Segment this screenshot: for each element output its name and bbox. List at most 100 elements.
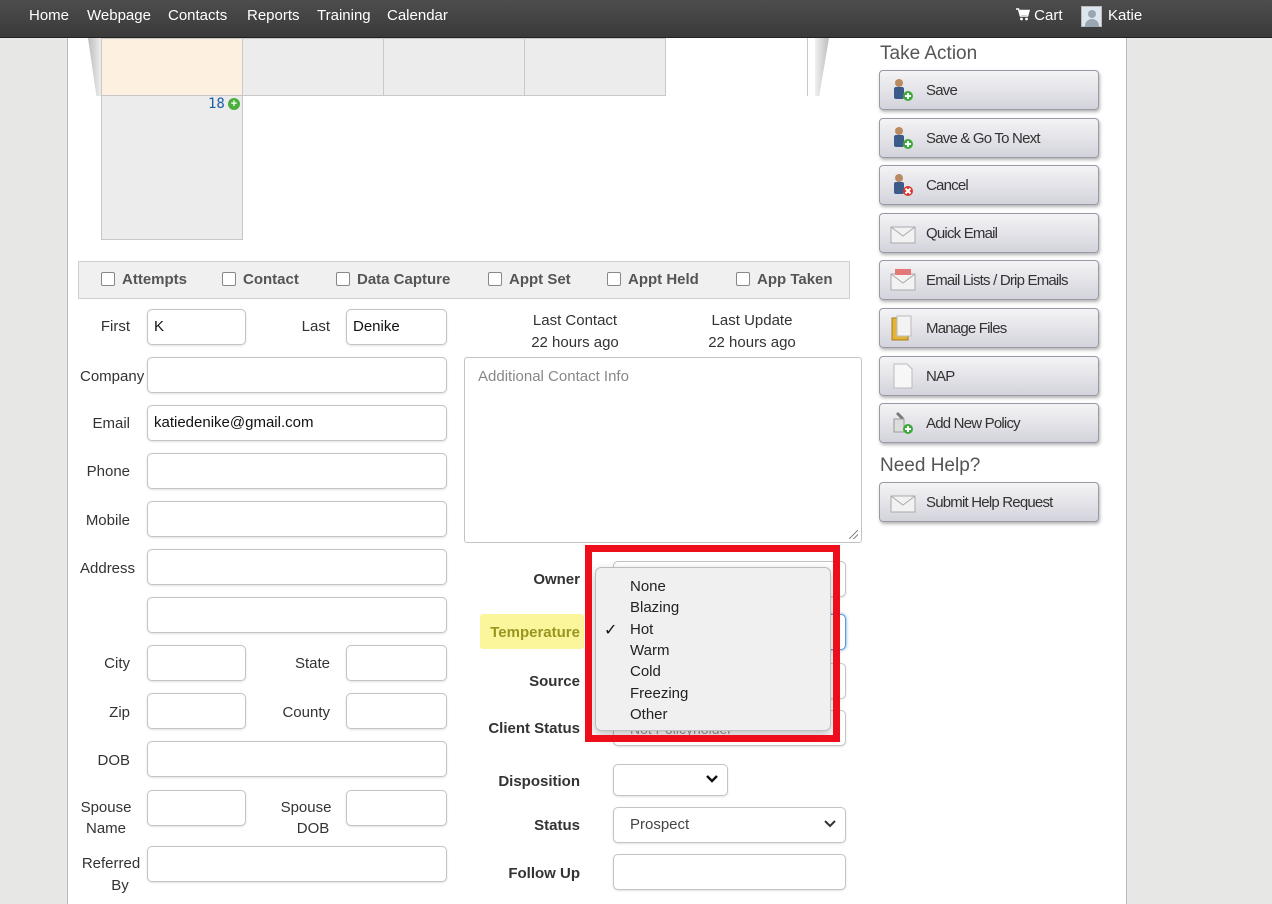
checkbox-attempts[interactable]: Attempts bbox=[101, 271, 187, 288]
user-add-icon bbox=[894, 127, 913, 149]
additional-info-placeholder: Additional Contact Info bbox=[478, 368, 629, 385]
last-update-label: Last Update bbox=[711, 312, 793, 329]
calendar-cell-today[interactable] bbox=[101, 38, 243, 96]
city-input[interactable] bbox=[147, 645, 246, 681]
address-line2-input[interactable] bbox=[147, 597, 447, 633]
last-name-input[interactable]: Denike bbox=[346, 309, 447, 345]
spouse-name-input[interactable] bbox=[147, 790, 246, 826]
calendar-cell[interactable] bbox=[524, 38, 666, 96]
dob-input[interactable] bbox=[147, 741, 447, 777]
disposition-select[interactable] bbox=[613, 764, 728, 796]
checkbox-icon[interactable] bbox=[488, 272, 502, 286]
last-contact-label: Last Contact bbox=[532, 312, 618, 329]
checkbox-appt-set[interactable]: Appt Set bbox=[488, 271, 571, 288]
nav-calendar[interactable]: Calendar bbox=[387, 7, 448, 24]
first-name-input[interactable]: K bbox=[147, 309, 246, 345]
referred-by-input[interactable] bbox=[147, 846, 447, 882]
zip-label: Zip bbox=[109, 704, 130, 721]
day-number: 18 bbox=[208, 96, 225, 112]
checkbox-appt-held[interactable]: Appt Held bbox=[607, 271, 699, 288]
last-label: Last bbox=[301, 318, 330, 335]
checkbox-data-capture[interactable]: Data Capture bbox=[336, 271, 450, 288]
envelope-icon bbox=[890, 495, 916, 513]
follow-up-label: Follow Up bbox=[508, 865, 580, 882]
user-name[interactable]: Katie bbox=[1108, 7, 1142, 24]
document-icon bbox=[893, 363, 913, 389]
nav-contacts[interactable]: Contacts bbox=[168, 7, 227, 24]
last-update-value: 22 hours ago bbox=[708, 334, 796, 351]
company-label: Company bbox=[80, 368, 145, 385]
phone-input[interactable] bbox=[147, 453, 447, 489]
annotation-highlight-box bbox=[585, 545, 840, 742]
referred-by-label-1: Referred bbox=[81, 855, 141, 872]
calendar-cell-18[interactable] bbox=[101, 95, 243, 240]
envelope-icon bbox=[890, 226, 916, 244]
user-add-icon bbox=[894, 79, 913, 101]
avatar[interactable] bbox=[1081, 6, 1102, 27]
status-label: Status bbox=[534, 817, 580, 834]
spouse-name-label-2: Name bbox=[85, 820, 126, 837]
status-value: Prospect bbox=[630, 816, 690, 833]
mobile-label: Mobile bbox=[85, 512, 130, 529]
checkbox-icon[interactable] bbox=[736, 272, 750, 286]
client-status-label: Client Status bbox=[488, 720, 580, 737]
checkbox-contact[interactable]: Contact bbox=[222, 271, 299, 288]
address-label: Address bbox=[80, 560, 136, 577]
progress-checkbox-bar: Attempts Contact Data Capture Appt Set A… bbox=[78, 261, 850, 299]
nav-reports[interactable]: Reports bbox=[247, 7, 300, 24]
manage-files-button[interactable]: Manage Files bbox=[879, 308, 1099, 348]
disposition-label: Disposition bbox=[498, 773, 580, 790]
additional-info-textarea[interactable]: Additional Contact Info bbox=[464, 357, 862, 543]
policy-add-icon bbox=[893, 412, 913, 434]
add-event-icon[interactable]: + bbox=[228, 98, 240, 110]
email-label: Email bbox=[92, 415, 130, 432]
checkbox-icon[interactable] bbox=[607, 272, 621, 286]
spouse-dob-input[interactable] bbox=[346, 790, 447, 826]
cart-icon bbox=[1016, 8, 1031, 21]
resize-grip-icon[interactable] bbox=[849, 530, 858, 539]
spouse-dob-label-1: Spouse bbox=[280, 799, 332, 816]
zip-input[interactable] bbox=[147, 693, 246, 729]
checkbox-icon[interactable] bbox=[222, 272, 236, 286]
quick-email-button[interactable]: Quick Email bbox=[879, 213, 1099, 253]
calendar-divider bbox=[807, 38, 808, 96]
state-input[interactable] bbox=[346, 645, 447, 681]
county-input[interactable] bbox=[346, 693, 447, 729]
add-new-policy-button[interactable]: Add New Policy bbox=[879, 403, 1099, 443]
county-label: County bbox=[282, 704, 330, 721]
checkbox-app-taken[interactable]: App Taken bbox=[736, 271, 833, 288]
cart-label: Cart bbox=[1034, 7, 1063, 24]
status-select[interactable]: Prospect bbox=[613, 807, 846, 843]
nav-home[interactable]: Home bbox=[29, 7, 69, 24]
spouse-name-label-1: Spouse bbox=[80, 799, 132, 816]
owner-label: Owner bbox=[533, 571, 580, 588]
user-remove-icon bbox=[894, 174, 913, 196]
checkbox-icon[interactable] bbox=[101, 272, 115, 286]
save-go-next-button[interactable]: Save & Go To Next bbox=[879, 118, 1099, 158]
checkbox-icon[interactable] bbox=[336, 272, 350, 286]
submit-help-request-button[interactable]: Submit Help Request bbox=[879, 482, 1099, 522]
mobile-input[interactable] bbox=[147, 501, 447, 537]
spouse-dob-label-2: DOB bbox=[296, 820, 330, 837]
cart-link[interactable]: Cart bbox=[1016, 7, 1063, 24]
chevron-down-icon bbox=[824, 820, 836, 828]
follow-up-input[interactable] bbox=[613, 854, 846, 890]
cancel-button[interactable]: Cancel bbox=[879, 165, 1099, 205]
company-input[interactable] bbox=[147, 357, 447, 393]
nap-button[interactable]: NAP bbox=[879, 356, 1099, 396]
email-input[interactable]: katiedenike@gmail.com bbox=[147, 405, 447, 441]
calendar-cell[interactable] bbox=[242, 38, 384, 96]
address-line1-input[interactable] bbox=[147, 549, 447, 585]
email-lists-button[interactable]: Email Lists / Drip Emails bbox=[879, 260, 1099, 300]
save-button[interactable]: Save bbox=[879, 70, 1099, 110]
chevron-down-icon bbox=[706, 775, 718, 783]
temperature-label: Temperature bbox=[490, 624, 580, 641]
city-label: City bbox=[104, 655, 130, 672]
source-label: Source bbox=[529, 673, 580, 690]
state-label: State bbox=[294, 655, 330, 672]
folder-icon bbox=[891, 315, 912, 341]
calendar-cell[interactable] bbox=[383, 38, 525, 96]
nav-webpage[interactable]: Webpage bbox=[87, 7, 151, 24]
phone-label: Phone bbox=[86, 463, 130, 480]
nav-training[interactable]: Training bbox=[317, 7, 371, 24]
